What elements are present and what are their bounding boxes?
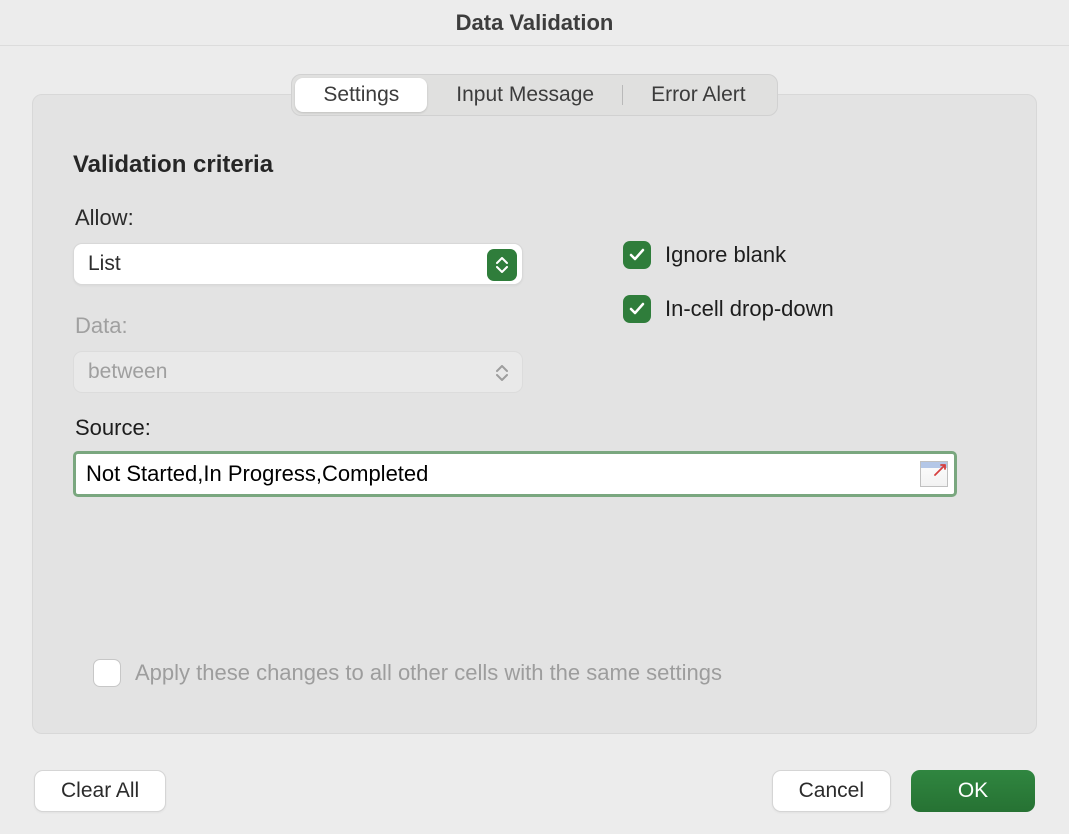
checkmark-icon <box>629 302 645 316</box>
settings-panel: Validation criteria Allow: List Data: be… <box>32 94 1037 734</box>
data-select: between <box>73 351 523 393</box>
data-label: Data: <box>75 313 523 339</box>
source-input[interactable] <box>86 461 920 487</box>
dropdown-stepper-icon <box>492 358 512 388</box>
checkmark-icon <box>629 248 645 262</box>
allow-select[interactable]: List <box>73 243 523 285</box>
criteria-left-column: Allow: List Data: between <box>73 205 523 393</box>
apply-to-all-label: Apply these changes to all other cells w… <box>135 660 722 686</box>
tab-input-message[interactable]: Input Message <box>427 78 622 112</box>
dropdown-stepper-icon <box>487 249 517 281</box>
allow-select-value: List <box>88 252 121 276</box>
incell-dropdown-label: In-cell drop-down <box>665 296 834 322</box>
data-select-value: between <box>88 360 167 384</box>
dialog-title: Data Validation <box>0 0 1069 46</box>
tab-bar: Settings Input Message Error Alert <box>0 74 1069 116</box>
incell-dropdown-checkbox[interactable] <box>623 295 651 323</box>
ignore-blank-label: Ignore blank <box>665 242 786 268</box>
source-label: Source: <box>75 415 1012 441</box>
source-input-container <box>73 451 957 497</box>
ignore-blank-checkbox[interactable] <box>623 241 651 269</box>
section-title: Validation criteria <box>73 151 1012 179</box>
tab-settings[interactable]: Settings <box>295 78 427 112</box>
allow-label: Allow: <box>75 205 523 231</box>
dialog-footer: Clear All Cancel OK <box>0 770 1069 812</box>
cancel-button[interactable]: Cancel <box>772 770 891 812</box>
apply-to-all-checkbox <box>93 659 121 687</box>
tab-error-alert[interactable]: Error Alert <box>622 78 774 112</box>
ok-button[interactable]: OK <box>911 770 1035 812</box>
criteria-right-column: Ignore blank In-cell drop-down <box>623 205 1012 393</box>
range-picker-icon[interactable] <box>920 461 948 487</box>
tab-segmented-control: Settings Input Message Error Alert <box>291 74 777 116</box>
clear-all-button[interactable]: Clear All <box>34 770 166 812</box>
